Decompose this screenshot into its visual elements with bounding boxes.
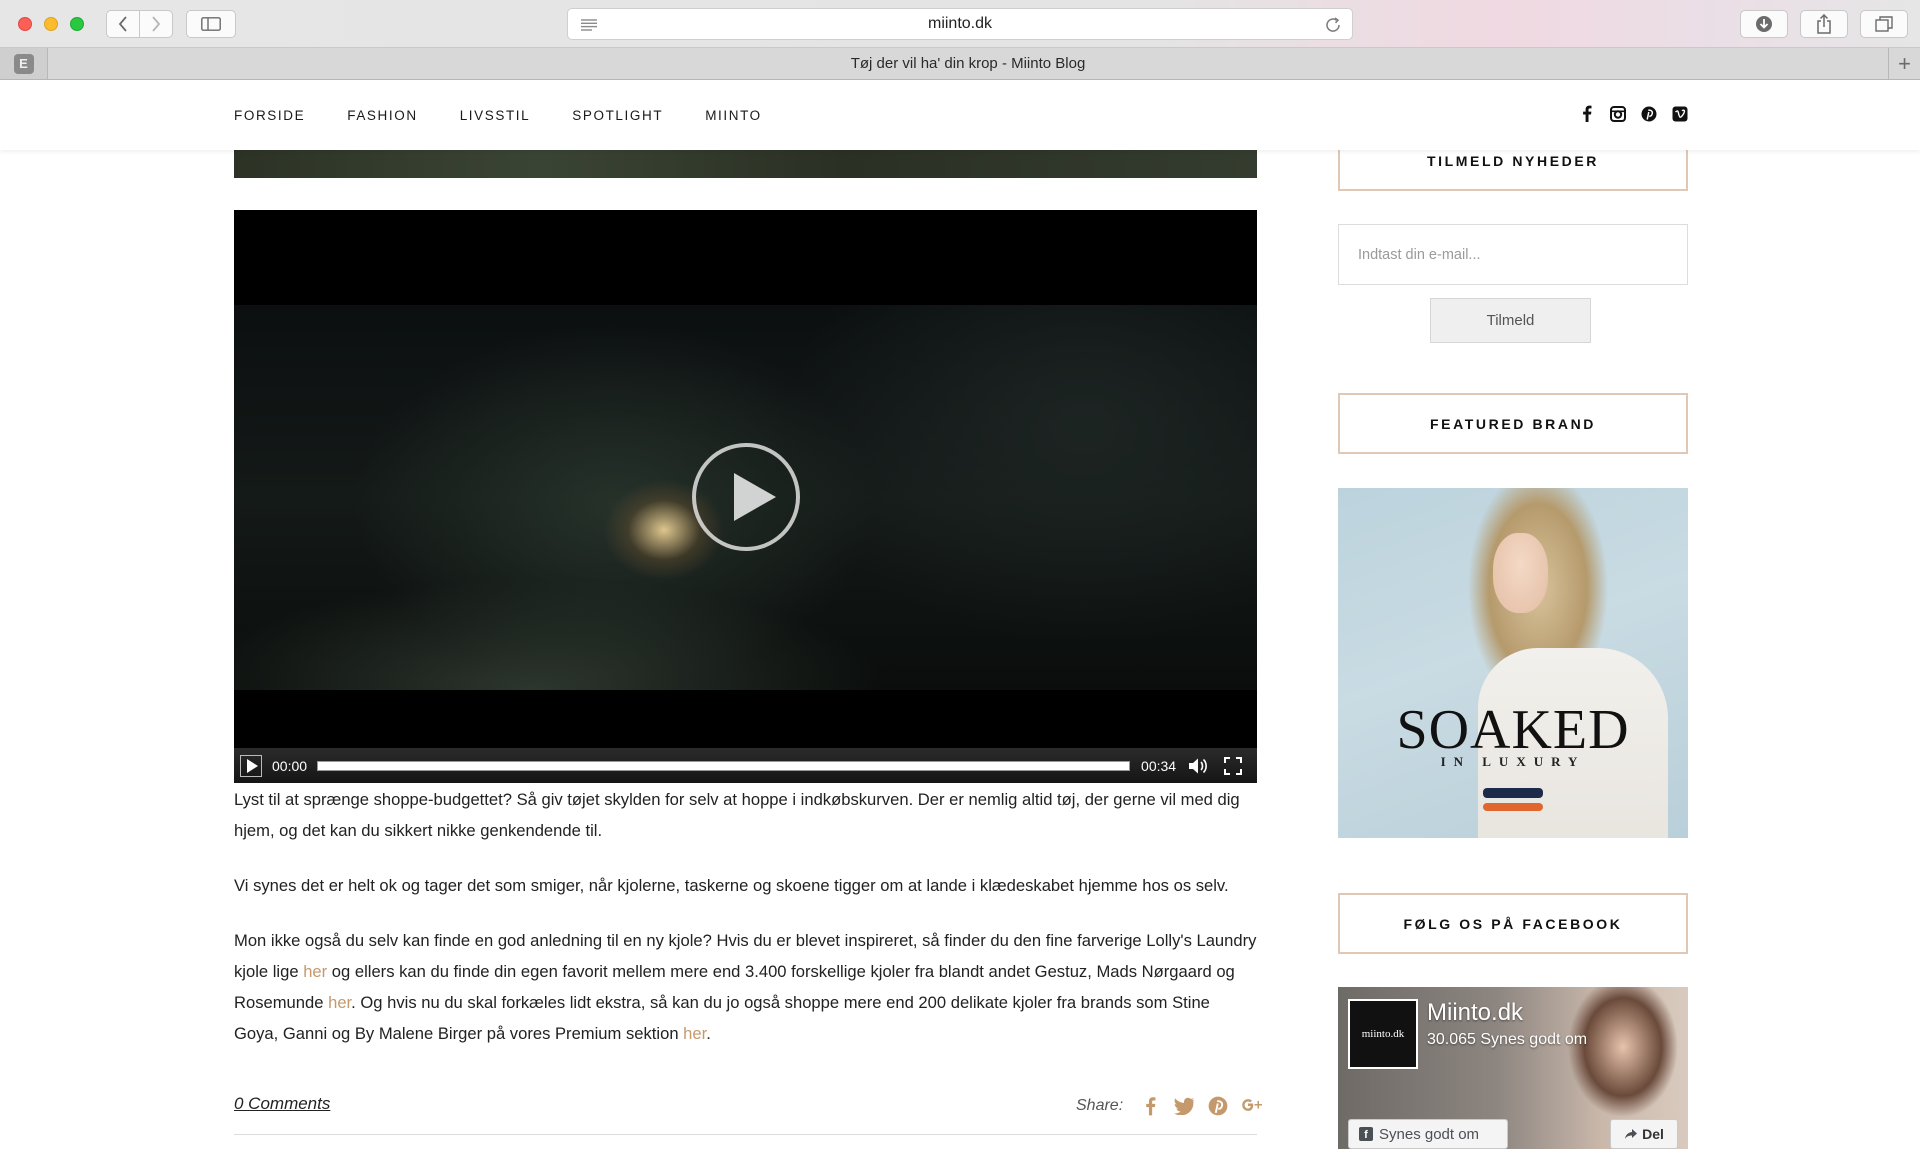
nav-item-miinto[interactable]: MIINTO — [705, 108, 762, 123]
premium-link[interactable]: her — [683, 1024, 706, 1043]
chevron-right-icon — [152, 16, 161, 32]
facebook-page-widget[interactable]: miinto.dk Miinto.dk 30.065 Synes godt om… — [1338, 987, 1688, 1149]
chevron-left-icon — [118, 16, 127, 32]
video-foliage — [234, 490, 934, 690]
nav-item-livsstil[interactable]: LIVSSTIL — [460, 108, 531, 123]
vimeo-icon[interactable] — [1671, 105, 1688, 122]
back-button[interactable] — [106, 10, 140, 38]
facebook-title: FØLG OS PÅ FACEBOOK — [1403, 915, 1623, 932]
close-window-button[interactable] — [18, 17, 32, 31]
pinterest-icon[interactable] — [1640, 105, 1657, 122]
pinterest-icon[interactable] — [1207, 1095, 1229, 1117]
share-label: Share: — [1076, 1097, 1124, 1114]
minimize-window-button[interactable] — [44, 17, 58, 31]
reload-icon[interactable] — [1324, 16, 1342, 34]
fb-share-label: Del — [1642, 1126, 1664, 1142]
fb-like-label: Synes godt om — [1379, 1125, 1480, 1143]
facebook-heading: FØLG OS PÅ FACEBOOK — [1338, 893, 1688, 954]
article-hero-image — [234, 150, 1257, 178]
main-navigation: FORSIDE FASHION LIVSSTIL SPOTLIGHT MIINT… — [234, 80, 804, 150]
play-icon[interactable] — [240, 754, 262, 777]
share-icon — [1817, 14, 1831, 34]
google-plus-icon[interactable] — [1241, 1095, 1263, 1117]
brand-name: SOAKED — [1396, 699, 1630, 761]
featured-brand-banner[interactable]: SOAKED IN LUXURY — [1338, 488, 1688, 838]
site-header: FORSIDE FASHION LIVSSTIL SPOTLIGHT MIINT… — [0, 80, 1920, 150]
sidebar-toggle-button[interactable] — [186, 10, 236, 38]
facebook-icon[interactable] — [1578, 105, 1595, 122]
pinned-tab-badge: E — [13, 53, 34, 74]
download-icon — [1756, 16, 1772, 32]
video-duration: 00:34 — [1141, 757, 1177, 774]
nav-item-forside[interactable]: FORSIDE — [234, 108, 305, 123]
volume-icon[interactable] — [1188, 757, 1208, 775]
address-bar[interactable]: miinto.dk — [567, 8, 1353, 40]
newsletter-title: TILMELD NYHEDER — [1427, 153, 1599, 169]
featured-brand-title: FEATURED BRAND — [1429, 415, 1597, 432]
banner-model-face — [1493, 533, 1548, 613]
plus-icon: + — [1898, 50, 1911, 76]
nav-item-spotlight[interactable]: SPOTLIGHT — [572, 108, 663, 123]
fb-page-logo[interactable]: miinto.dk — [1348, 999, 1418, 1069]
tab-title: Tøj der vil ha' din krop - Miinto Blog — [850, 55, 1086, 72]
article-paragraph: Mon ikke også du selv kan finde en god a… — [234, 925, 1257, 1049]
article-body: Lyst til at sprænge shoppe-budgettet? Så… — [234, 784, 1257, 1073]
fb-share-button[interactable]: Del — [1610, 1119, 1678, 1149]
fb-like-count: 30.065 Synes godt om — [1427, 1031, 1588, 1048]
lollys-laundry-link[interactable]: her — [303, 962, 327, 981]
banner-sleeve-stripe — [1483, 788, 1543, 798]
downloads-button[interactable] — [1740, 10, 1788, 38]
active-tab[interactable]: Tøj der vil ha' din krop - Miinto Blog — [48, 48, 1888, 79]
brand-tagline: IN LUXURY — [1440, 754, 1586, 769]
article-paragraph: Lyst til at sprænge shoppe-budgettet? Så… — [234, 790, 1240, 840]
tabs-icon — [1875, 16, 1893, 32]
article-divider — [234, 1134, 1257, 1135]
video-current-time: 00:00 — [272, 757, 308, 774]
article-text: . Og hvis nu du skal forkæles lidt ekstr… — [234, 993, 1210, 1043]
article-paragraph: Vi synes det er helt ok og tager det som… — [234, 876, 1229, 895]
video-progress-track[interactable] — [317, 760, 1131, 771]
forward-button[interactable] — [139, 10, 173, 38]
fb-page-name[interactable]: Miinto.dk — [1427, 999, 1523, 1027]
share-arrow-icon — [1625, 1129, 1638, 1139]
twitter-icon[interactable] — [1173, 1095, 1195, 1117]
facebook-icon[interactable] — [1139, 1095, 1161, 1117]
video-controls: 00:00 00:34 — [234, 748, 1257, 783]
big-play-button[interactable] — [692, 443, 800, 551]
comments-link[interactable]: 0 Comments — [234, 1094, 330, 1114]
zoom-window-button[interactable] — [70, 17, 84, 31]
subscribe-button[interactable]: Tilmeld — [1430, 298, 1591, 343]
share-button[interactable] — [1800, 10, 1848, 38]
instagram-icon[interactable] — [1609, 105, 1626, 122]
facebook-icon: f — [1359, 1127, 1373, 1141]
new-tab-button[interactable]: + — [1888, 48, 1920, 79]
pinned-tab[interactable]: E — [0, 48, 48, 79]
browser-toolbar: miinto.dk — [0, 0, 1920, 48]
email-input[interactable] — [1338, 224, 1688, 285]
header-social-links — [1578, 105, 1688, 122]
featured-brand-heading: FEATURED BRAND — [1338, 393, 1688, 454]
fb-like-button[interactable]: f Synes godt om — [1348, 1119, 1508, 1149]
video-player[interactable]: 00:00 00:34 — [234, 210, 1257, 783]
article-text: . — [706, 1024, 711, 1043]
fullscreen-icon[interactable] — [1224, 756, 1243, 775]
reader-icon[interactable] — [580, 18, 598, 32]
nav-item-fashion[interactable]: FASHION — [347, 108, 417, 123]
url-text: miinto.dk — [927, 15, 993, 32]
show-tabs-button[interactable] — [1860, 10, 1908, 38]
tab-bar: E Tøj der vil ha' din krop - Miinto Blog… — [0, 48, 1920, 80]
dresses-link[interactable]: her — [328, 993, 351, 1012]
sidebar-icon — [201, 17, 221, 31]
share-bar: Share: — [1076, 1095, 1263, 1117]
banner-sleeve-stripe — [1483, 803, 1543, 811]
